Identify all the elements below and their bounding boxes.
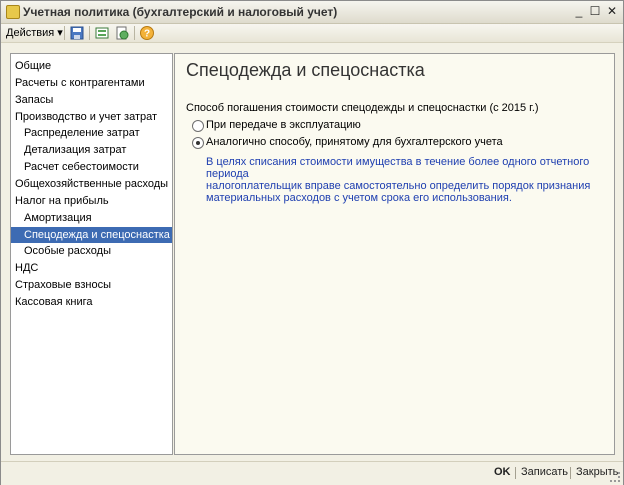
sidebar-item[interactable]: Расчет себестоимости (11, 159, 172, 175)
hint-line: материальных расходов с учетом срока его… (206, 192, 512, 204)
sidebar-item[interactable]: Общие (11, 58, 172, 74)
sidebar-item[interactable]: Кассовая книга (11, 294, 172, 310)
toolbar-separator (134, 26, 135, 40)
actions-menu[interactable]: Действия ▾ (6, 26, 63, 39)
structure-icon[interactable] (95, 26, 109, 40)
sidebar-item[interactable]: Налог на прибыль (11, 193, 172, 209)
main-panel: Спецодежда и спецоснастка Способ погашен… (174, 53, 615, 455)
sidebar-item[interactable]: Страховые взносы (11, 277, 172, 293)
footer-bar: OK Записать Закрыть (1, 461, 623, 485)
minimize-button[interactable]: _ (572, 4, 586, 18)
resize-grip[interactable] (610, 472, 620, 482)
close-window-button[interactable]: ✕ (605, 4, 619, 18)
title-bar: Учетная политика (бухгалтерский и налого… (1, 1, 623, 24)
page-title: Спецодежда и спецоснастка (186, 60, 425, 80)
save-button[interactable]: Записать (521, 466, 568, 478)
chevron-down-icon: ▾ (57, 27, 63, 39)
sidebar-item[interactable]: Амортизация (11, 210, 172, 226)
sidebar-item[interactable]: Распределение затрат (11, 125, 172, 141)
sidebar-item[interactable]: Общехозяйственные расходы (11, 176, 172, 192)
hint-line: В целях списания стоимости имущества в т… (206, 156, 590, 180)
sidebar-item[interactable]: Спецодежда и спецоснастка (11, 227, 172, 243)
footer-separator (570, 467, 571, 479)
window: Учетная политика (бухгалтерский и налого… (0, 0, 624, 485)
sidebar-item[interactable]: Запасы (11, 92, 172, 108)
toolbar-separator (64, 26, 65, 40)
help-icon[interactable]: ? (140, 26, 154, 40)
hint-line: налогоплательщик вправе самостоятельно о… (206, 180, 591, 192)
toolbar-separator (89, 26, 90, 40)
writeoff-method-label: Способ погашения стоимости спецодежды и … (186, 102, 539, 114)
window-title: Учетная политика (бухгалтерский и налого… (23, 5, 338, 19)
radio-label: Аналогично способу, принятому для бухгал… (206, 136, 503, 148)
settings-sections-list: Общие Расчеты с контрагентами Запасы Произв… (10, 53, 173, 455)
help-glyph: ? (144, 29, 150, 40)
sidebar-item[interactable]: Расчеты с контрагентами (11, 75, 172, 91)
toolbar: Действия ▾ ? (1, 24, 623, 43)
sidebar-item[interactable]: Детализация затрат (11, 142, 172, 158)
sidebar-item[interactable]: НДС (11, 260, 172, 276)
app-icon (6, 5, 20, 19)
radio-button-checked[interactable] (192, 137, 204, 149)
actions-label: Действия (6, 27, 55, 39)
sidebar-item[interactable]: Особые расходы (11, 243, 172, 259)
maximize-button[interactable]: ☐ (588, 4, 602, 18)
radio-button[interactable] (192, 120, 204, 132)
save-to-disk-icon[interactable] (70, 26, 84, 40)
info-hint: В целях списания стоимости имущества в т… (206, 156, 606, 204)
refresh-document-icon[interactable] (115, 26, 129, 40)
ok-button[interactable]: OK (494, 466, 511, 478)
radio-label: При передаче в эксплуатацию (206, 119, 361, 131)
sidebar-item[interactable]: Производство и учет затрат (11, 109, 172, 125)
footer-separator (515, 467, 516, 479)
